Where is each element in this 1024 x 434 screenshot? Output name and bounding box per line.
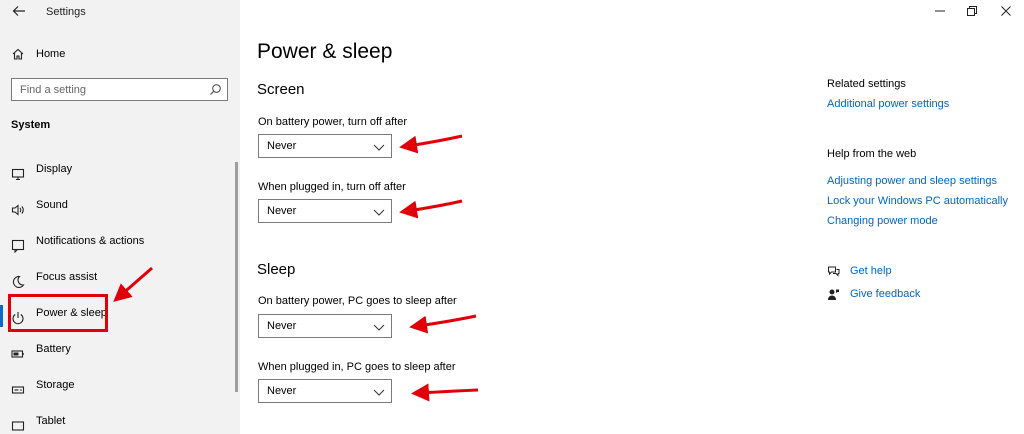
arrow-to-sleep-plugged <box>411 383 479 402</box>
annotation-arrows <box>113 134 479 402</box>
arrow-to-screen-plugged <box>399 199 463 219</box>
arrow-to-screen-battery <box>399 134 463 154</box>
arrow-to-power-sleep <box>113 266 153 302</box>
arrow-to-sleep-battery <box>409 314 477 334</box>
